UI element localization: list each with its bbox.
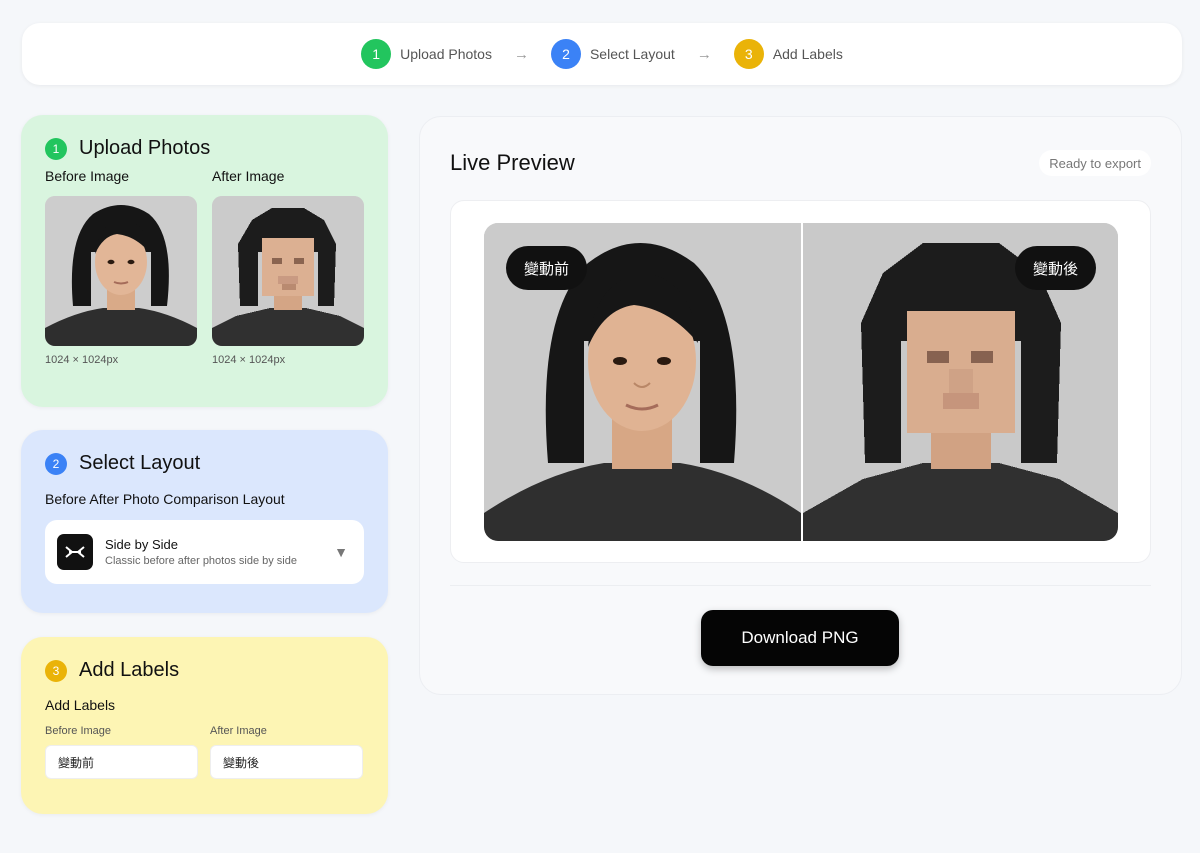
before-label-pill: 變動前 [506,246,588,290]
comparison-canvas: 變動前 變動後 [484,223,1118,541]
layout-option-text: Side by Side Classic before after photos… [105,537,334,567]
preview-card: 變動前 變動後 [450,200,1151,563]
upload-thumbnails: Before Image 1024 × 1024px After Image 1… [45,168,364,366]
before-image-size: 1024 × 1024px [45,354,119,366]
progress-stepper: 1 Upload Photos → 2 Select Layout → 3 Ad… [22,23,1182,85]
step-add-labels[interactable]: 3 Add Labels [733,39,843,69]
after-label-field: After Image [210,725,363,779]
panel-title: Select Layout [79,452,201,474]
before-image-label: Before Image [45,168,130,184]
step-2-number: 2 [550,39,581,69]
layout-option-name: Side by Side [105,537,178,552]
label-inputs: Before Image After Image [45,725,364,779]
after-label-input[interactable] [210,745,363,779]
after-image-thumbnail[interactable] [212,196,364,346]
step-2-label: Select Layout [589,46,675,62]
step-upload-photos[interactable]: 1 Upload Photos [361,39,492,69]
panel-2-number: 2 [45,452,67,475]
after-image-label: After Image [212,168,285,184]
upload-photos-panel: 1 Upload Photos Before Image 1024 × 1024… [21,115,388,407]
add-labels-panel: 3 Add Labels Add Labels Before Image Aft… [21,637,388,814]
panel-title: Add Labels [79,659,180,681]
step-3-number: 3 [733,39,764,69]
download-png-button[interactable]: Download PNG [701,610,899,666]
panel-1-number: 1 [45,137,67,160]
divider [450,585,1151,586]
step-1-label: Upload Photos [400,46,492,62]
before-preview-image: 變動前 [484,223,801,541]
before-label-input[interactable] [45,745,198,779]
step-1-number: 1 [361,39,392,69]
portrait-photo [45,196,197,346]
layout-subtitle: Before After Photo Comparison Layout [45,491,285,507]
after-upload: After Image 1024 × 1024px [212,168,364,366]
after-field-label: After Image [210,725,267,737]
layout-dropdown[interactable]: Side by Side Classic before after photos… [45,520,364,584]
before-field-label: Before Image [45,725,112,737]
panel-header: 3 Add Labels [45,659,364,682]
after-preview-image: 變動後 [801,223,1118,541]
step-3-label: Add Labels [772,46,843,62]
status-badge: Ready to export [1039,150,1151,176]
panel-header: 1 Upload Photos [45,137,364,160]
panel-3-number: 3 [45,659,67,682]
before-label-field: Before Image [45,725,198,779]
before-image-thumbnail[interactable] [45,196,197,346]
live-preview-panel: Live Preview Ready to export 變動前 變動後 Dow… [419,116,1182,695]
chevron-down-icon[interactable]: ▼ [334,544,348,560]
panel-header: 2 Select Layout [45,452,364,475]
before-upload: Before Image 1024 × 1024px [45,168,197,366]
labels-subtitle: Add Labels [45,697,116,713]
side-by-side-icon [57,534,93,570]
panel-title: Upload Photos [79,137,211,159]
layout-option-description: Classic before after photos side by side [105,555,297,567]
arrow-right-icon: → [696,45,712,63]
after-image-size: 1024 × 1024px [212,354,286,366]
after-label-pill: 變動後 [1014,246,1096,290]
preview-title: Live Preview [450,150,575,175]
step-select-layout[interactable]: 2 Select Layout [550,39,675,69]
arrow-right-icon: → [513,45,529,63]
pixelated-portrait-photo [212,196,364,346]
select-layout-panel: 2 Select Layout Before After Photo Compa… [21,430,388,613]
